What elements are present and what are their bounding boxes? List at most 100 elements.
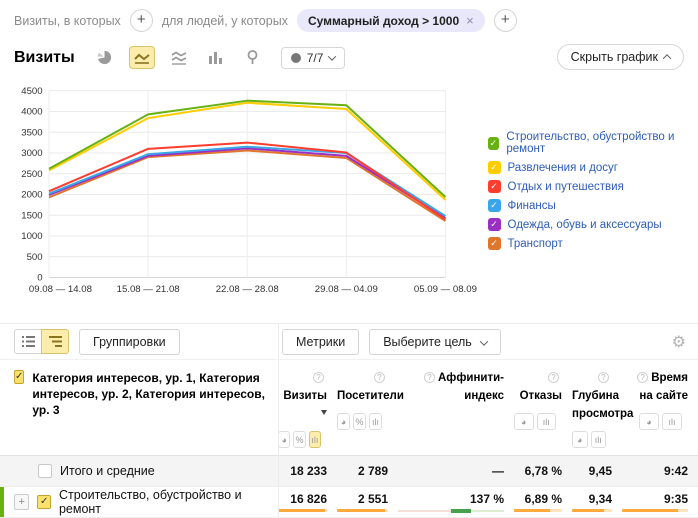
metric-cell-visits: 16 826 xyxy=(278,492,337,512)
sort-desc-icon[interactable] xyxy=(321,410,327,415)
segments-count-value: 7/7 xyxy=(307,51,324,65)
pie-chart-type-button[interactable] xyxy=(92,46,118,69)
groupings-button[interactable]: Группировки xyxy=(79,329,180,355)
row-checkbox[interactable] xyxy=(38,464,52,478)
chart-legend: ✓ Строительство, обустройство и ремонт ✓ Ра… xyxy=(488,131,698,319)
help-icon[interactable]: ? xyxy=(637,372,648,383)
bar-toggle-icon[interactable]: ılı xyxy=(591,431,607,448)
legend-item[interactable]: ✓ Финансы xyxy=(488,199,698,212)
report-table-section: Группировки Метрики Выберите цель ⚙ ✓ Ка… xyxy=(0,323,698,518)
goal-select-button[interactable]: Выберите цель xyxy=(369,329,501,355)
expand-row-button[interactable]: + xyxy=(14,494,29,510)
segment-chip-close-icon[interactable]: × xyxy=(466,13,474,28)
legend-label[interactable]: Финансы xyxy=(508,200,556,212)
legend-checkbox-icon[interactable]: ✓ xyxy=(488,199,501,212)
y-axis-tick-label: 2500 xyxy=(21,169,42,180)
legend-item[interactable]: ✓ Развлечения и досуг xyxy=(488,161,698,174)
metric-bar xyxy=(278,509,327,512)
metric-cell-bounces: 6,89 % xyxy=(514,492,572,512)
metric-display-toggles: ◕%ılı xyxy=(337,413,388,430)
column-label[interactable]: Визиты xyxy=(283,390,327,402)
map-chart-type-button[interactable] xyxy=(240,46,266,69)
legend-label[interactable]: Отдых и путешествия xyxy=(508,181,624,193)
row-checkbox[interactable]: ✓ xyxy=(37,495,51,509)
legend-checkbox-icon[interactable]: ✓ xyxy=(488,161,501,174)
line-chart-type-button[interactable] xyxy=(129,46,155,69)
legend-checkbox-icon[interactable]: ✓ xyxy=(488,237,501,250)
y-axis-tick-label: 2000 xyxy=(21,190,42,201)
legend-label[interactable]: Одежда, обувь и аксессуары xyxy=(508,219,662,231)
percent-toggle-icon[interactable]: % xyxy=(353,413,366,430)
column-label[interactable]: Аффинити-индекс xyxy=(438,372,504,402)
list-view-icon xyxy=(22,336,35,347)
row-label[interactable]: Итого и средние xyxy=(60,464,155,478)
metrics-button[interactable]: Метрики xyxy=(282,329,359,355)
legend-label[interactable]: Строительство, обустройство и ремонт xyxy=(506,131,698,155)
segment-chip[interactable]: Суммарный доход > 1000 × xyxy=(297,9,485,32)
help-icon[interactable]: ? xyxy=(598,372,609,383)
percent-toggle-icon[interactable]: % xyxy=(293,431,305,448)
metric-cell-visitors: 2 551 xyxy=(337,492,398,512)
help-icon[interactable]: ? xyxy=(313,372,324,383)
pie-toggle-icon[interactable]: ◕ xyxy=(337,413,350,430)
stacked-area-type-button[interactable] xyxy=(166,46,192,69)
select-all-checkbox[interactable]: ✓ xyxy=(14,370,24,384)
metric-cell-time: 9:35 xyxy=(622,492,698,512)
bar-toggle-icon[interactable]: ılı xyxy=(309,431,321,448)
bar-toggle-icon[interactable]: ılı xyxy=(369,413,382,430)
column-header-visits: ? Визиты ◕% ılı xyxy=(278,368,337,455)
bar-toggle-icon[interactable]: ılı xyxy=(662,413,682,430)
legend-item[interactable]: ✓ Строительство, обустройство и ремонт xyxy=(488,131,698,155)
help-icon[interactable]: ? xyxy=(374,372,385,383)
legend-item[interactable]: ✓ Транспорт xyxy=(488,237,698,250)
legend-item[interactable]: ✓ Отдых и путешествия xyxy=(488,180,698,193)
metric-value: 6,89 % xyxy=(514,492,562,506)
metric-cell-visitors: 2 789 xyxy=(337,464,398,478)
legend-checkbox-icon[interactable]: ✓ xyxy=(488,137,500,150)
hide-chart-button[interactable]: Скрыть график xyxy=(557,44,684,70)
help-icon[interactable]: ? xyxy=(424,372,435,383)
bar-chart-type-button[interactable] xyxy=(203,46,229,69)
metrics-controls: Метрики Выберите цель xyxy=(282,329,501,355)
list-view-button[interactable] xyxy=(14,329,42,354)
metric-value: 9:35 xyxy=(622,492,688,506)
y-axis-tick-label: 500 xyxy=(27,252,43,263)
settings-gear-icon[interactable]: ⚙ xyxy=(672,332,686,352)
segments-count-dropdown[interactable]: 7/7 xyxy=(281,47,346,69)
stacked-area-icon xyxy=(171,51,187,65)
legend-checkbox-icon[interactable]: ✓ xyxy=(488,218,501,231)
dimension-header-label: Категория интересов, ур. 1, Категория ин… xyxy=(32,370,268,455)
metric-cell-depth: 9,34 xyxy=(572,492,622,512)
row-label[interactable]: Строительство, обустройство и ремонт xyxy=(59,488,278,516)
column-label[interactable]: Посетители xyxy=(337,390,404,402)
metric-bar xyxy=(572,509,612,512)
line-chart-icon xyxy=(134,51,150,65)
map-pin-icon xyxy=(246,50,259,65)
goal-select-label: Выберите цель xyxy=(383,335,472,349)
x-axis-tick-label: 05.09 — 08.09 xyxy=(414,284,477,295)
metric-display-toggles: ◕ılı xyxy=(622,413,688,430)
legend-label[interactable]: Транспорт xyxy=(508,238,563,250)
pie-toggle-icon[interactable]: ◕ xyxy=(572,431,588,448)
help-icon[interactable]: ? xyxy=(548,372,559,383)
tree-view-button[interactable] xyxy=(41,329,69,354)
add-visit-condition-button[interactable]: + xyxy=(130,9,153,32)
bar-toggle-icon[interactable]: ılı xyxy=(537,413,557,430)
metric-value: — xyxy=(398,464,504,478)
dimension-header-cell: ✓ Категория интересов, ур. 1, Категория … xyxy=(0,368,278,455)
x-axis-tick-label: 22.08 — 28.08 xyxy=(216,284,279,295)
pie-toggle-icon[interactable]: ◕ xyxy=(639,413,659,430)
legend-label[interactable]: Развлечения и досуг xyxy=(508,162,618,174)
legend-checkbox-icon[interactable]: ✓ xyxy=(488,180,501,193)
legend-item[interactable]: ✓ Одежда, обувь и аксессуары xyxy=(488,218,698,231)
view-mode-toggle xyxy=(14,329,69,354)
metric-display-toggles: ◕% ılı xyxy=(278,431,327,448)
metric-cell-depth: 9,45 xyxy=(572,464,622,478)
affinity-bar xyxy=(398,510,504,512)
chevron-down-icon xyxy=(480,337,488,345)
visits-condition-label: Визиты, в которых xyxy=(14,14,121,28)
pie-toggle-icon[interactable]: ◕ xyxy=(514,413,534,430)
pie-toggle-icon[interactable]: ◕ xyxy=(278,431,290,448)
add-people-condition-button[interactable]: + xyxy=(494,9,517,32)
column-label[interactable]: Отказы xyxy=(520,390,562,402)
